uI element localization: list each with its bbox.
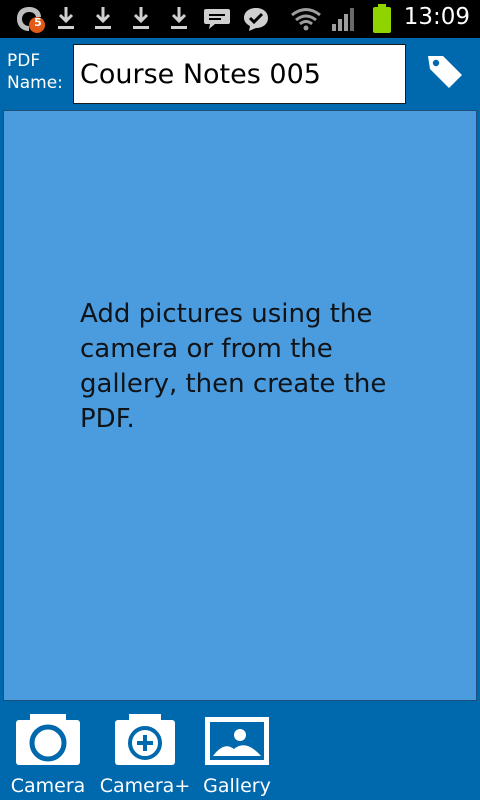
notification-badge: 5 <box>34 16 42 29</box>
empty-hint-text: Add pictures using the camera or from th… <box>80 299 387 434</box>
camera-button[interactable]: Camera <box>10 711 86 797</box>
chat-check-icon <box>242 6 270 36</box>
pdf-name-input[interactable] <box>73 44 406 104</box>
download-icon <box>169 5 189 35</box>
tag-icon <box>425 51 465 95</box>
gallery-button[interactable]: Gallery <box>203 711 271 797</box>
message-icon <box>203 7 231 35</box>
tag-button[interactable] <box>420 48 470 98</box>
pdf-name-label: PDF Name: <box>7 51 63 93</box>
signal-icon <box>331 6 357 36</box>
download-icon <box>56 5 76 35</box>
bottom-toolbar: Camera Camera+ Gallery <box>0 701 480 800</box>
camera-icon <box>14 711 82 771</box>
pictures-panel: Add pictures using the camera or from th… <box>3 110 477 701</box>
wifi-icon <box>290 7 322 35</box>
status-bar: 5 13:09 <box>0 0 480 38</box>
camera-plus-label: Camera+ <box>99 775 191 797</box>
gallery-label: Gallery <box>203 775 271 797</box>
gallery-icon <box>204 711 270 771</box>
camera-label: Camera <box>10 775 86 797</box>
camera-plus-icon <box>113 711 177 771</box>
app-notification-icon: 5 <box>14 4 46 38</box>
download-icon <box>131 5 151 35</box>
camera-plus-button[interactable]: Camera+ <box>100 711 190 797</box>
header: PDF Name: <box>0 38 480 110</box>
download-icon <box>93 5 113 35</box>
battery-icon <box>371 4 393 38</box>
status-time: 13:09 <box>403 4 470 30</box>
